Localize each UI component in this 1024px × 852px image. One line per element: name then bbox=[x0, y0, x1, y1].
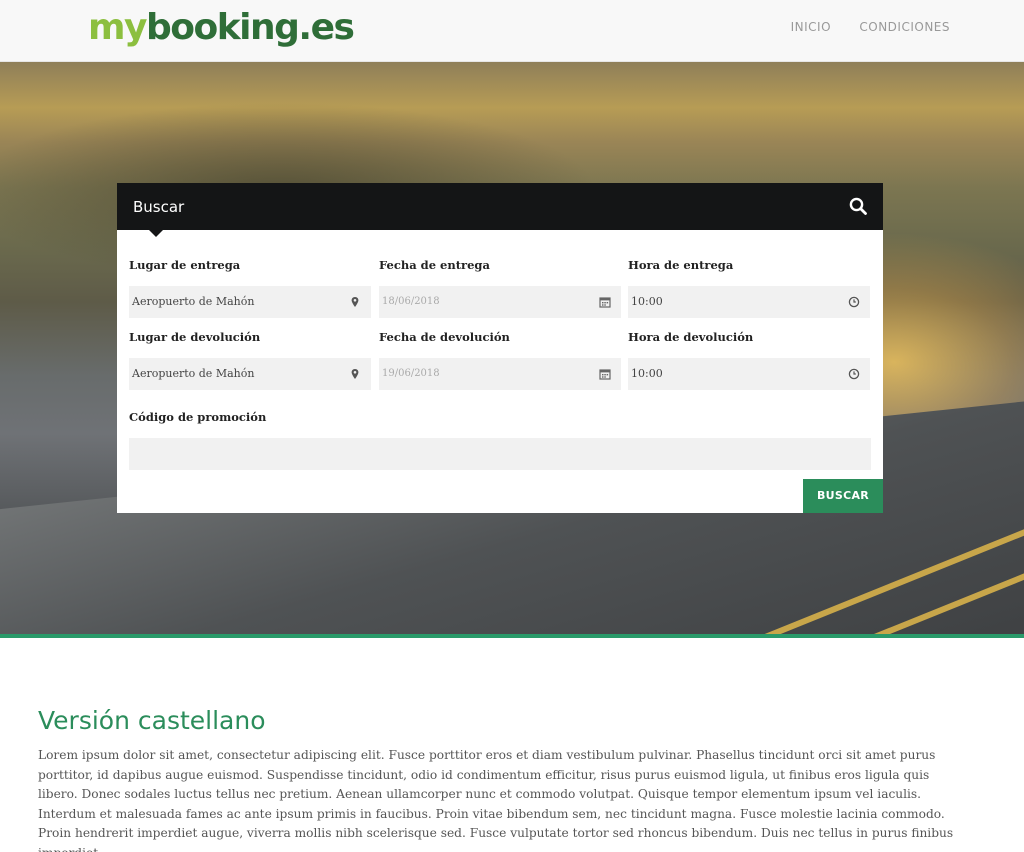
pickup-date-input[interactable]: 18/06/2018 bbox=[379, 286, 621, 318]
search-submit-button[interactable]: BUSCAR bbox=[803, 479, 883, 513]
header-caret bbox=[149, 230, 163, 237]
search-form: Buscar Lugar de entrega Aeropuerto de Ma… bbox=[117, 183, 883, 513]
map-marker-icon bbox=[351, 369, 359, 379]
pickup-place-value: Aeropuerto de Mahón bbox=[132, 295, 255, 308]
main-nav: INICIO CONDICIONES bbox=[767, 20, 950, 34]
nav-link-condiciones[interactable]: CONDICIONES bbox=[859, 20, 950, 34]
site-header: mybooking.es INICIO CONDICIONES bbox=[0, 0, 1024, 62]
site-logo[interactable]: mybooking.es bbox=[88, 6, 355, 50]
pickup-place-field: Lugar de entrega Aeropuerto de Mahón bbox=[129, 258, 371, 318]
clock-icon bbox=[848, 296, 860, 308]
hero-bottom-bar bbox=[0, 634, 1024, 638]
calendar-icon bbox=[599, 369, 611, 380]
pickup-place-label: Lugar de entrega bbox=[129, 258, 241, 272]
return-date-label: Fecha de devolución bbox=[379, 330, 510, 344]
calendar-icon bbox=[599, 297, 611, 308]
return-place-value: Aeropuerto de Mahón bbox=[132, 367, 255, 380]
return-date-input[interactable]: 19/06/2018 bbox=[379, 358, 621, 390]
return-place-field: Lugar de devolución Aeropuerto de Mahón bbox=[129, 330, 371, 390]
return-time-select[interactable]: 10:00 bbox=[628, 358, 870, 390]
promo-code-input[interactable] bbox=[129, 438, 871, 470]
logo-text-es: .es bbox=[298, 7, 355, 48]
map-marker-icon bbox=[351, 297, 359, 307]
return-place-label: Lugar de devolución bbox=[129, 330, 261, 344]
return-time-label: Hora de devolución bbox=[628, 330, 754, 344]
promo-code-field: Código de promoción bbox=[129, 410, 871, 470]
logo-text-my: my bbox=[88, 7, 147, 48]
search-form-title: Buscar bbox=[133, 198, 185, 216]
pickup-time-field: Hora de entrega 10:00 bbox=[628, 258, 870, 318]
pickup-time-select[interactable]: 10:00 bbox=[628, 286, 870, 318]
content-paragraph: Lorem ipsum dolor sit amet, consectetur … bbox=[38, 748, 954, 852]
logo-text-booking: booking bbox=[145, 7, 300, 48]
pickup-date-value: 18/06/2018 bbox=[382, 296, 440, 307]
return-time-value: 10:00 bbox=[631, 367, 663, 380]
pickup-date-field: Fecha de entrega 18/06/2018 bbox=[379, 258, 621, 318]
pickup-place-select[interactable]: Aeropuerto de Mahón bbox=[129, 286, 371, 318]
content-title: Versión castellano bbox=[38, 706, 266, 735]
clock-icon bbox=[848, 368, 860, 380]
search-form-header: Buscar bbox=[117, 183, 883, 237]
nav-link-inicio[interactable]: INICIO bbox=[791, 20, 831, 34]
pickup-time-label: Hora de entrega bbox=[628, 258, 734, 272]
pickup-time-value: 10:00 bbox=[631, 295, 663, 308]
search-icon[interactable] bbox=[849, 197, 867, 215]
pickup-date-label: Fecha de entrega bbox=[379, 258, 490, 272]
return-date-field: Fecha de devolución 19/06/2018 bbox=[379, 330, 621, 390]
return-place-select[interactable]: Aeropuerto de Mahón bbox=[129, 358, 371, 390]
return-date-value: 19/06/2018 bbox=[382, 368, 440, 379]
return-time-field: Hora de devolución 10:00 bbox=[628, 330, 870, 390]
promo-code-label: Código de promoción bbox=[129, 410, 267, 424]
